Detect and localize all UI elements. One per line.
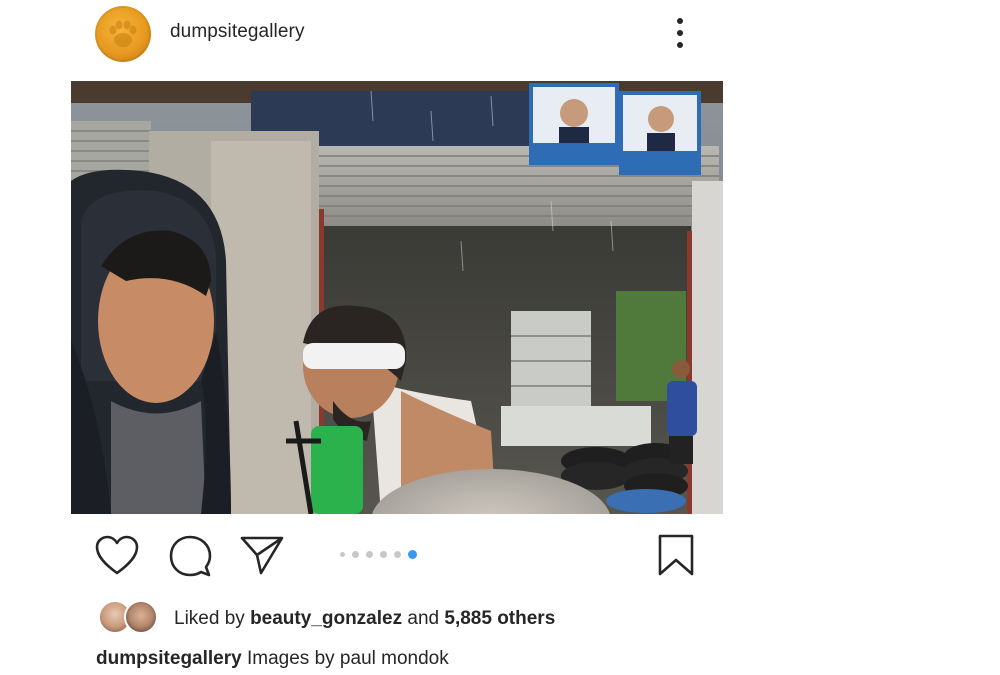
more-vertical-icon[interactable] — [670, 14, 690, 52]
post-caption: dumpsitegallery Images by paul mondok — [96, 648, 449, 670]
carousel-dot[interactable] — [366, 550, 373, 558]
likes-connector: and — [407, 608, 440, 629]
bookmark-icon[interactable] — [656, 533, 696, 577]
post-header: dumpsitegallery — [0, 0, 1000, 70]
likes-prefix: Liked by — [174, 608, 245, 629]
caption-username[interactable]: dumpsitegallery — [96, 648, 242, 669]
paper-plane-icon[interactable] — [240, 535, 284, 575]
likes-count[interactable]: 5,885 others — [444, 608, 555, 629]
post-actions — [0, 526, 1000, 586]
photo-scene — [71, 81, 723, 514]
profile-avatar[interactable] — [95, 6, 151, 62]
carousel-dot[interactable] — [380, 550, 387, 558]
liker-avatar[interactable] — [124, 600, 158, 634]
carousel-dot-active[interactable] — [408, 549, 417, 559]
heart-icon[interactable] — [94, 534, 140, 576]
likes-text: Liked by beauty_gonzalez and 5,885 other… — [174, 608, 555, 630]
liker-username[interactable]: beauty_gonzalez — [250, 608, 402, 629]
post-photo[interactable] — [71, 81, 723, 514]
likes-row: Liked by beauty_gonzalez and 5,885 other… — [98, 600, 798, 636]
carousel-indicator — [340, 547, 417, 561]
carousel-dot[interactable] — [394, 550, 401, 558]
comment-icon[interactable] — [168, 534, 212, 578]
carousel-dot[interactable] — [352, 550, 359, 558]
caption-text: Images by paul mondok — [247, 648, 449, 669]
carousel-dot[interactable] — [340, 551, 345, 557]
post-username[interactable]: dumpsitegallery — [170, 21, 305, 43]
paw-logo-icon — [109, 20, 137, 47]
